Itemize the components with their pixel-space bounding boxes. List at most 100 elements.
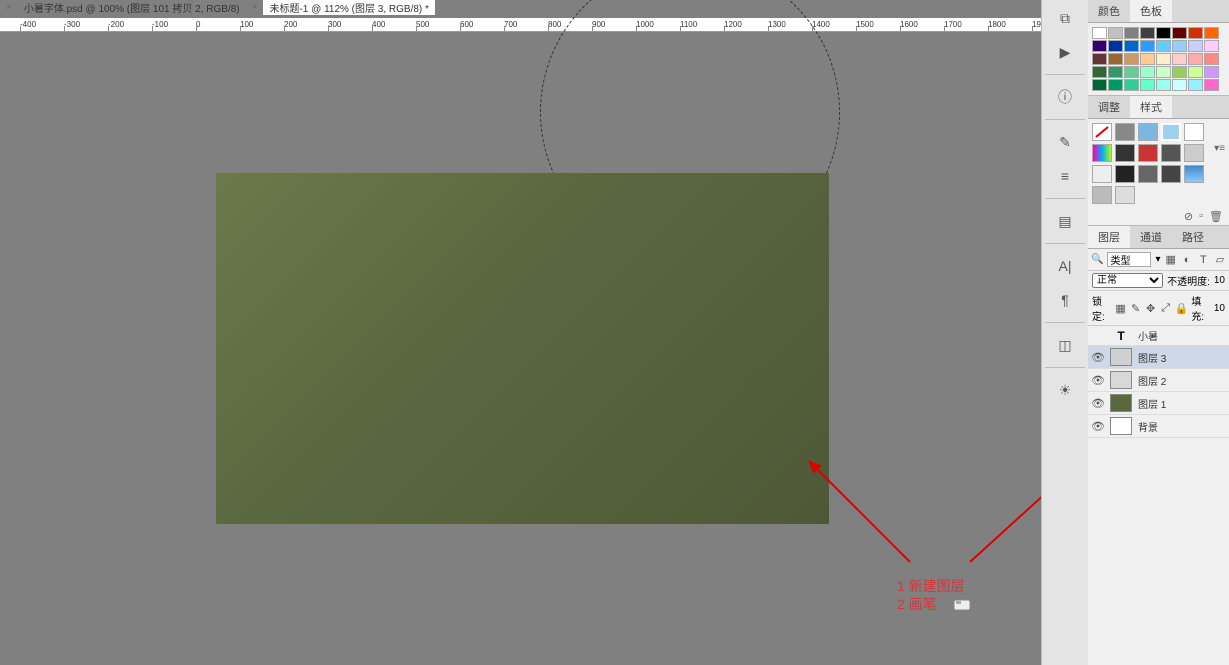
styles-trash-icon[interactable]: 🗑	[1209, 210, 1223, 223]
tab-adjust[interactable]: 调整	[1088, 96, 1130, 118]
tab-2[interactable]: 未标题-1 @ 112% (图层 3, RGB/8) *	[263, 0, 434, 15]
paragraph-icon[interactable]: ≡	[1053, 164, 1077, 188]
swatch[interactable]	[1172, 27, 1187, 39]
brush-settings-icon[interactable]: ✎	[1053, 130, 1077, 154]
tab-close-1[interactable]: ×	[0, 2, 18, 13]
style-preset-16[interactable]	[1115, 186, 1135, 204]
filter-shape-icon[interactable]: ▱	[1214, 253, 1226, 267]
filter-adjust-icon[interactable]: ◐	[1181, 253, 1193, 267]
style-preset-11[interactable]	[1115, 165, 1135, 183]
swatch[interactable]	[1108, 53, 1123, 65]
swatch[interactable]	[1092, 53, 1107, 65]
character-icon[interactable]: A|	[1053, 254, 1077, 278]
swatch[interactable]	[1188, 79, 1203, 91]
tab-close-2[interactable]: ×	[246, 2, 264, 13]
lock-transparent-icon[interactable]: ▦	[1115, 301, 1127, 315]
tab-layers[interactable]: 图层	[1088, 226, 1130, 248]
swatch[interactable]	[1092, 79, 1107, 91]
swatch[interactable]	[1156, 40, 1171, 52]
style-none-icon[interactable]	[1092, 123, 1112, 141]
info-icon[interactable]: ⓘ	[1053, 85, 1077, 109]
swatch[interactable]	[1140, 40, 1155, 52]
swatch[interactable]	[1204, 27, 1219, 39]
swatch[interactable]	[1188, 27, 1203, 39]
light-icon[interactable]: ☀	[1053, 378, 1077, 402]
lock-pixels-icon[interactable]: ✎	[1130, 301, 1142, 315]
swatch[interactable]	[1108, 40, 1123, 52]
opacity-value[interactable]: 10	[1214, 275, 1225, 286]
swatch[interactable]	[1156, 27, 1171, 39]
blend-mode-select[interactable]: 正常	[1092, 273, 1163, 288]
styles-new-icon[interactable]: ▫	[1199, 210, 1203, 223]
swatch[interactable]	[1140, 79, 1155, 91]
actions-play-icon[interactable]: ▶	[1053, 40, 1077, 64]
layer-row[interactable]: 👁图层 3	[1088, 346, 1229, 369]
swatch[interactable]	[1124, 27, 1139, 39]
history-icon[interactable]: ⧉	[1053, 6, 1077, 30]
style-preset-10[interactable]	[1092, 165, 1112, 183]
style-preset-9[interactable]	[1184, 144, 1204, 162]
fill-value[interactable]: 10	[1214, 303, 1225, 314]
swatch[interactable]	[1204, 53, 1219, 65]
filter-type-icon[interactable]: T	[1197, 253, 1209, 267]
visibility-eye-icon[interactable]: 👁	[1092, 351, 1104, 363]
swatches-icon[interactable]: ▤	[1053, 209, 1077, 233]
swatch[interactable]	[1124, 40, 1139, 52]
visibility-eye-icon[interactable]	[1092, 330, 1104, 342]
swatch[interactable]	[1156, 66, 1171, 78]
style-preset-15[interactable]	[1092, 186, 1112, 204]
swatch[interactable]	[1124, 79, 1139, 91]
artboard[interactable]	[216, 173, 829, 524]
tab-styles[interactable]: 样式	[1130, 96, 1172, 118]
measure-icon[interactable]: ◫	[1053, 333, 1077, 357]
swatch[interactable]	[1092, 40, 1107, 52]
style-preset-1[interactable]	[1115, 123, 1135, 141]
swatch[interactable]	[1204, 79, 1219, 91]
swatch[interactable]	[1188, 66, 1203, 78]
lock-position-icon[interactable]: ✥	[1145, 301, 1157, 315]
style-preset-4[interactable]	[1184, 123, 1204, 141]
pilcrow-icon[interactable]: ¶	[1053, 288, 1077, 312]
swatch[interactable]	[1172, 79, 1187, 91]
swatch[interactable]	[1092, 66, 1107, 78]
layer-row[interactable]: 👁图层 2	[1088, 369, 1229, 392]
panel-menu-icon[interactable]: ▾≡	[1214, 143, 1225, 154]
swatch[interactable]	[1172, 53, 1187, 65]
style-preset-5[interactable]	[1092, 144, 1112, 162]
swatch[interactable]	[1124, 66, 1139, 78]
swatch[interactable]	[1204, 66, 1219, 78]
style-preset-8[interactable]	[1161, 144, 1181, 162]
visibility-eye-icon[interactable]: 👁	[1092, 397, 1104, 409]
tab-paths[interactable]: 路径	[1172, 226, 1214, 248]
swatch[interactable]	[1108, 27, 1123, 39]
swatch[interactable]	[1124, 53, 1139, 65]
canvas-area[interactable]: 1 新建图层 2 画笔	[0, 32, 1041, 665]
swatch[interactable]	[1204, 40, 1219, 52]
layer-filter-input[interactable]	[1107, 252, 1151, 267]
swatch[interactable]	[1140, 53, 1155, 65]
style-preset-13[interactable]	[1161, 165, 1181, 183]
swatch[interactable]	[1108, 66, 1123, 78]
filter-pixel-icon[interactable]: ▦	[1164, 253, 1176, 267]
swatch[interactable]	[1156, 79, 1171, 91]
swatch[interactable]	[1108, 79, 1123, 91]
swatch[interactable]	[1140, 27, 1155, 39]
style-preset-6[interactable]	[1115, 144, 1135, 162]
tab-color[interactable]: 颜色	[1088, 0, 1130, 22]
swatch[interactable]	[1188, 40, 1203, 52]
layer-row[interactable]: T小暑	[1088, 326, 1229, 346]
swatch[interactable]	[1140, 66, 1155, 78]
style-preset-7[interactable]	[1138, 144, 1158, 162]
swatch[interactable]	[1156, 53, 1171, 65]
lock-artboard-icon[interactable]: ⤢	[1160, 301, 1172, 315]
style-preset-3[interactable]	[1161, 123, 1181, 141]
swatch[interactable]	[1188, 53, 1203, 65]
swatch[interactable]	[1172, 66, 1187, 78]
style-preset-12[interactable]	[1138, 165, 1158, 183]
tab-swatches[interactable]: 色板	[1130, 0, 1172, 22]
swatch[interactable]	[1172, 40, 1187, 52]
visibility-eye-icon[interactable]: 👁	[1092, 420, 1104, 432]
styles-clear-icon[interactable]: ⊘	[1184, 210, 1193, 223]
tab-1[interactable]: 小暑字体.psd @ 100% (图层 101 拷贝 2, RGB/8)	[18, 0, 246, 15]
lock-all-icon[interactable]: 🔒	[1175, 301, 1189, 315]
